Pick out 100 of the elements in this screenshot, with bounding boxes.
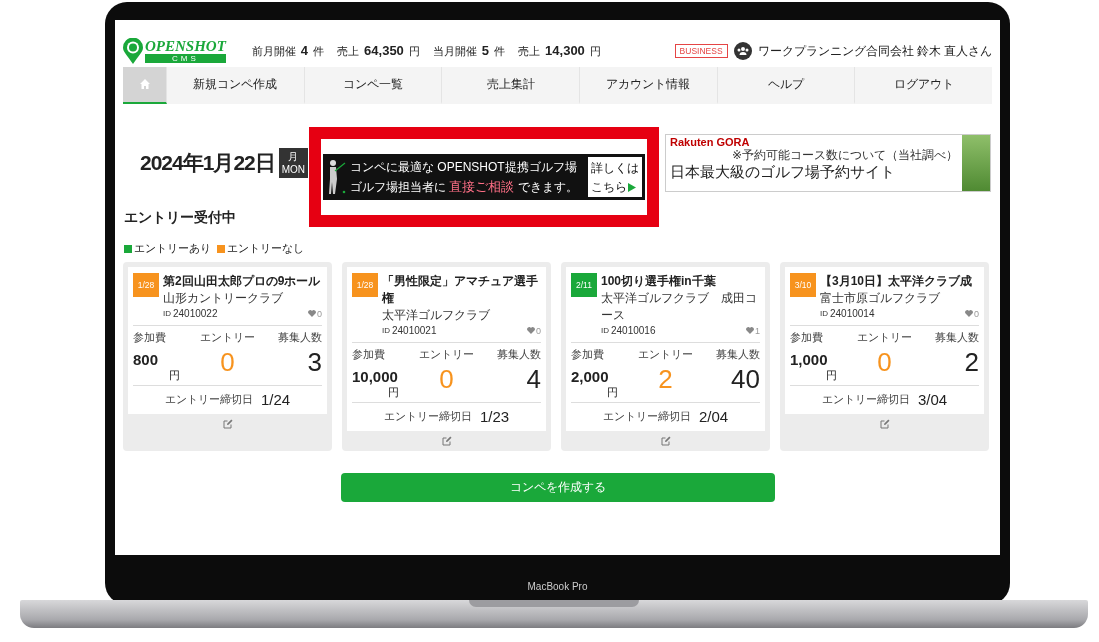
- deadline-label: エントリー締切日: [164, 392, 253, 407]
- capacity-value: 3: [307, 347, 322, 378]
- nav-tab[interactable]: コンペ一覧: [304, 67, 443, 104]
- capacity-label: 募集人数: [716, 347, 760, 362]
- like-count: 0: [536, 325, 541, 336]
- yen-unit: 円: [388, 385, 399, 400]
- id-label: ID: [820, 309, 828, 318]
- stat-value: 5: [481, 43, 490, 58]
- competition-id: 24010021: [392, 325, 437, 336]
- nav-tab[interactable]: ログアウト: [855, 67, 993, 104]
- competition-id: 24010014: [830, 308, 875, 319]
- edit-icon[interactable]: [879, 419, 890, 429]
- stat-label: 当月開催: [432, 44, 477, 59]
- competition-id: 24010016: [611, 325, 656, 336]
- stat-unit: 円: [408, 44, 420, 59]
- fee-value: 10,000: [352, 368, 398, 385]
- ad-brand: Rakuten GORA: [670, 136, 750, 149]
- id-label: ID: [163, 309, 171, 318]
- entry-count: 0: [877, 347, 892, 378]
- nav-tab[interactable]: 新規コンペ作成: [167, 67, 305, 104]
- competition-title: 100切り選手権in千葉: [601, 273, 717, 290]
- course-name: 太平洋ゴルフクラブ 成田コース: [601, 290, 758, 324]
- capacity-value: 40: [731, 364, 760, 395]
- id-label: ID: [601, 326, 609, 335]
- capacity-label: 募集人数: [278, 330, 322, 345]
- capacity-value: 4: [526, 364, 541, 395]
- ad-headline: 日本最大級のゴルフ場予約サイト: [670, 163, 896, 182]
- play-icon: [628, 183, 636, 192]
- ad-banner[interactable]: Rakuten GORA ※予約可能コース数について（当社調べ） 日本最大級のゴルフ場予約サイト: [665, 134, 991, 192]
- deadline-label: エントリー締切日: [821, 392, 910, 407]
- details-button[interactable]: 詳しくは こちら: [588, 157, 642, 197]
- competition-card[interactable]: 3/10 【3月10日】太平洋クラブ成 富士市原ゴルフクラブ ID 24010014 0 参加費 1,000 円 エントリー 0 募集人数 2 エントリー締切日 3/04: [780, 262, 989, 451]
- heart-icon: [746, 327, 754, 334]
- entry-count: 0: [439, 364, 454, 395]
- deadline-date: 1/23: [479, 408, 510, 425]
- legend-label: エントリーあり: [134, 241, 211, 256]
- home-tab[interactable]: [123, 67, 167, 104]
- course-name: 太平洋ゴルフクラブ: [382, 307, 491, 324]
- stat-value: 64,350: [364, 43, 404, 58]
- edit-icon[interactable]: [222, 419, 233, 429]
- capacity-label: 募集人数: [935, 330, 979, 345]
- date-badge: 2/11: [571, 273, 597, 297]
- fee-label: 参加費: [133, 330, 166, 345]
- weekday-badge: 月 MON: [278, 148, 309, 178]
- golfer-icon: [326, 159, 348, 195]
- nav-tab[interactable]: ヘルプ: [717, 67, 856, 104]
- legend-label: エントリーなし: [227, 241, 304, 256]
- fee-value: 1,000: [790, 351, 828, 368]
- competition-title: 「男性限定」アマチュア選手権: [382, 273, 539, 307]
- group-icon[interactable]: [733, 42, 752, 60]
- fee-label: 参加費: [352, 347, 385, 362]
- deadline-label: エントリー締切日: [602, 409, 691, 424]
- promo-banner[interactable]: コンペに最適な OPENSHOT提携ゴルフ場 ゴルフ場担当者に 直接ご相談 できます。 詳しくは こちら: [323, 154, 645, 200]
- stat-unit: 円: [589, 44, 601, 59]
- course-name: 富士市原ゴルフクラブ: [820, 290, 941, 307]
- competition-card[interactable]: 2/11 100切り選手権in千葉 太平洋ゴルフクラブ 成田コース ID 24010016 1 参加費 2,000 円 エントリー 2 募集人数 40 エントリー締切日 2/04: [561, 262, 770, 451]
- fee-label: 参加費: [571, 347, 604, 362]
- edit-icon[interactable]: [441, 436, 452, 446]
- stat-unit: 件: [494, 44, 506, 59]
- competition-card[interactable]: 1/28 第2回山田太郎プロの9ホール 山形カントリークラブ ID 24010022 0 参加費 800 円 エントリー 0 募集人数 3 エントリー締切日 1/24: [123, 262, 332, 451]
- like-count: 1: [755, 325, 760, 336]
- stat-value: 14,300: [545, 43, 585, 58]
- entry-count: 0: [220, 347, 235, 378]
- pin-logo-icon: [123, 38, 143, 64]
- home-icon: [139, 78, 150, 89]
- deadline-date: 2/04: [698, 408, 729, 425]
- date-badge: 1/28: [133, 273, 159, 297]
- photo-placeholder: [962, 135, 990, 191]
- stat-label: 前月開催: [251, 44, 296, 59]
- deadline-label: エントリー締切日: [383, 409, 472, 424]
- stat-value: 4: [300, 43, 309, 58]
- entry-count: 2: [658, 364, 673, 395]
- business-badge: BUSINESS: [674, 44, 728, 58]
- course-name: 山形カントリークラブ: [163, 290, 284, 307]
- stat-label: 売上: [337, 44, 360, 59]
- competition-id: 24010022: [173, 308, 218, 319]
- entry-label: エントリー: [857, 330, 912, 345]
- nav-tab[interactable]: 売上集計: [442, 67, 580, 104]
- promo-text: ゴルフ場担当者に 直接ご相談 できます。: [350, 177, 579, 196]
- logo-text: OPENSHOT: [145, 39, 226, 54]
- like-count: 0: [974, 308, 979, 319]
- competition-title: 第2回山田太郎プロの9ホール: [163, 273, 321, 290]
- yen-unit: 円: [607, 385, 618, 400]
- user-name: ワークプランニング合同会社 鈴木 直人さん: [757, 43, 992, 59]
- date-heading: 2024年1月22日: [140, 150, 275, 176]
- heart-icon: [527, 327, 535, 334]
- id-label: ID: [382, 326, 390, 335]
- heart-icon: [308, 310, 316, 317]
- stat-unit: 件: [313, 44, 325, 59]
- nav-tab[interactable]: アカウント情報: [580, 67, 718, 104]
- ad-note: ※予約可能コース数について（当社調べ）: [731, 149, 958, 162]
- yen-unit: 円: [169, 368, 180, 383]
- competition-card[interactable]: 1/28 「男性限定」アマチュア選手権 太平洋ゴルフクラブ ID 24010021 0 参加費 10,000 円 エントリー 0 募集人数 4 エントリー締切日 1/23: [342, 262, 551, 451]
- deadline-date: 1/24: [260, 391, 291, 408]
- logo-subtitle: CMS: [145, 54, 226, 63]
- edit-icon[interactable]: [660, 436, 671, 446]
- fee-label: 参加費: [790, 330, 823, 345]
- competition-title: 【3月10日】太平洋クラブ成: [820, 273, 973, 290]
- entry-label: エントリー: [200, 330, 255, 345]
- deadline-date: 3/04: [917, 391, 948, 408]
